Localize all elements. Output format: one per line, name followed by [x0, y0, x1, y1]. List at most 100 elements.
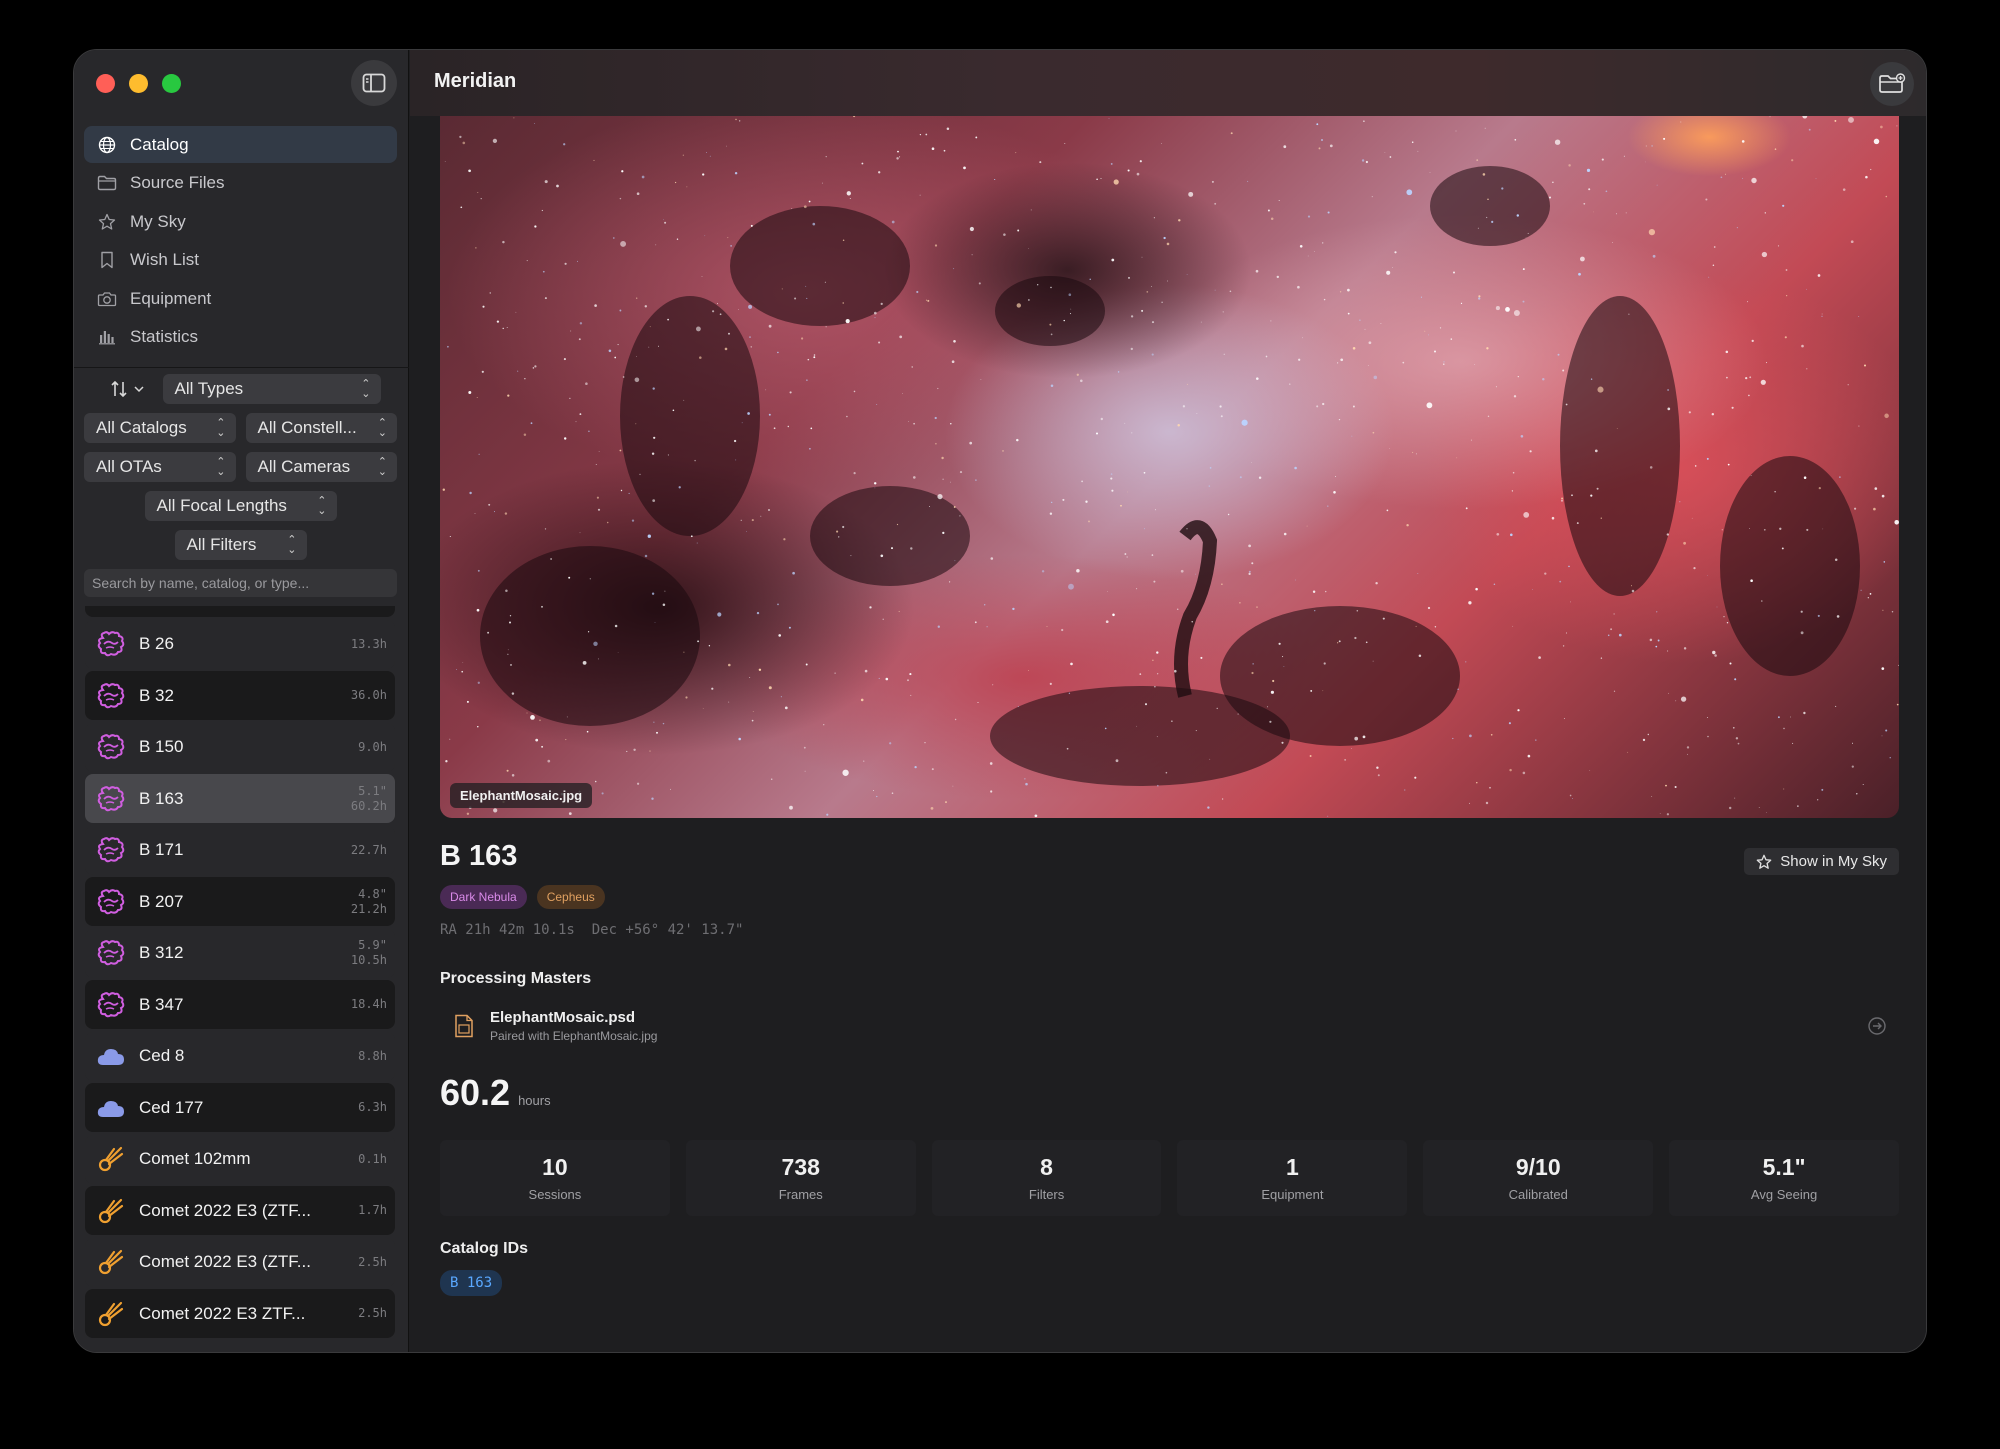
show-in-my-sky-button[interactable]: Show in My Sky: [1744, 848, 1899, 875]
object-list-row[interactable]: Comet 2022 E3 (ZTF... 2.5h: [85, 1237, 395, 1287]
object-list-row[interactable]: Comet 2022 E3 (ZTF... 1.7h: [85, 1186, 395, 1235]
globe-icon: [96, 134, 118, 156]
sidebar-item-label: Statistics: [130, 327, 199, 346]
bookmark-icon: [96, 249, 118, 271]
stat-filters: 8 Filters: [931, 1140, 1162, 1216]
updown-chevron-icon: ⌃ ⌄: [317, 495, 327, 517]
stat-label: Frames: [778, 1187, 823, 1202]
object-hours: 21.2h: [350, 901, 387, 916]
search-input[interactable]: Search by name, catalog, or type...: [84, 569, 397, 597]
sidebar-toggle-button[interactable]: [351, 60, 397, 106]
processing-master-item[interactable]: ElephantMosaic.psd Paired with ElephantM…: [440, 1002, 1899, 1050]
stats-row: 10 Sessions 738 Frames 8 Filters 1 Equipment…: [440, 1140, 1899, 1216]
object-list-row[interactable]: B 312 5.9" 10.5h: [85, 928, 395, 978]
app-window: Catalog Source Files My Sky Wish List Eq…: [73, 49, 1927, 1353]
object-name: B 207: [139, 891, 184, 911]
stat-label: Filters: [1028, 1187, 1065, 1202]
minimize-window-button[interactable]: [129, 74, 148, 93]
catalog-filter-select[interactable]: All Catalogs ⌃ ⌄: [84, 413, 236, 443]
camera-filter-select[interactable]: All Cameras ⌃ ⌄: [245, 452, 397, 482]
catalog-filter-value: All Catalogs: [96, 418, 187, 437]
sort-icon: [110, 380, 127, 398]
object-seeing: 5.9": [358, 938, 387, 952]
object-image[interactable]: ElephantMosaic.jpg: [440, 116, 1899, 818]
ota-filter-select[interactable]: All OTAs ⌃ ⌄: [84, 452, 236, 482]
object-list-row[interactable]: B 32 36.0h: [85, 671, 395, 720]
sidebar-item-my-sky[interactable]: My Sky: [84, 203, 397, 240]
object-name: Ced 177: [139, 1097, 204, 1117]
object-name: B 26: [139, 634, 174, 653]
folder-icon: [96, 172, 118, 194]
comet-icon: [95, 1195, 127, 1227]
object-hours: 0.1h: [358, 1151, 387, 1166]
window-controls: [96, 74, 181, 93]
sidebar-item-source-files[interactable]: Source Files: [84, 165, 397, 202]
object-list-row[interactable]: Ced 177 6.3h: [85, 1083, 395, 1132]
sidebar-item-statistics[interactable]: Statistics: [84, 319, 397, 356]
object-hours: 2.5h: [358, 1306, 387, 1320]
object-name: B 163: [139, 788, 184, 808]
sidebar-divider: [74, 367, 409, 368]
stat-value: 8: [1040, 1154, 1053, 1180]
object-list-row[interactable]: B 163 5.1" 60.2h: [85, 774, 395, 823]
object-seeing: 4.8": [358, 886, 387, 901]
object-list-row[interactable]: B 347 18.4h: [85, 980, 395, 1029]
constellation-filter-select[interactable]: All Constell... ⌃ ⌄: [245, 413, 397, 443]
updown-chevron-icon: ⌃ ⌄: [216, 417, 226, 439]
object-hours: 22.7h: [350, 842, 387, 857]
type-filter-value: All Types: [174, 379, 244, 398]
type-tag: Dark Nebula: [440, 885, 527, 909]
sort-button[interactable]: [101, 374, 153, 404]
arrow-circle-icon[interactable]: [1867, 1016, 1887, 1036]
dark-nebula-icon: [95, 937, 127, 969]
object-hours: 2.5h: [358, 1254, 387, 1269]
stat-label: Calibrated: [1508, 1187, 1568, 1202]
dark-nebula-icon: [95, 783, 127, 815]
object-list-row[interactable]: B 1347.5h: [85, 606, 395, 617]
focal-length-filter-select[interactable]: All Focal Lengths ⌃ ⌄: [144, 491, 337, 521]
object-name: Comet 102mm: [139, 1149, 251, 1168]
folder-badge-icon: [1879, 73, 1906, 93]
hours-value: 60.2: [440, 1072, 511, 1113]
object-list-row[interactable]: B 150 9.0h: [85, 722, 395, 772]
object-list-row[interactable]: B 207 4.8" 21.2h: [85, 877, 395, 926]
close-window-button[interactable]: [96, 74, 115, 93]
updown-chevron-icon: ⌃ ⌄: [361, 378, 371, 400]
object-list-row[interactable]: Comet 2022 E3 ZTF... 2.5h: [85, 1289, 395, 1338]
type-filter-select[interactable]: All Types ⌃ ⌄: [162, 374, 381, 404]
show-in-my-sky-label: Show in My Sky: [1780, 853, 1887, 870]
dark-nebula-icon: [95, 628, 127, 660]
object-list-row[interactable]: B 26 13.3h: [85, 619, 395, 669]
stat-frames: 738 Frames: [685, 1140, 916, 1216]
stat-calibrated: 9/10 Calibrated: [1423, 1140, 1654, 1216]
comet-icon: [95, 1246, 127, 1278]
object-list-row[interactable]: B 171 22.7h: [85, 825, 395, 875]
optical-filter-select[interactable]: All Filters ⌃ ⌄: [174, 530, 307, 560]
chart-icon: [96, 326, 118, 348]
sidebar-item-catalog[interactable]: Catalog: [84, 126, 397, 163]
psd-file-icon: [455, 1014, 473, 1038]
coordinates: RA 21h 42m 10.1s Dec +56° 42' 13.7": [440, 922, 744, 938]
object-meta: 18.4h: [351, 997, 387, 1012]
object-list-row[interactable]: Ced 8 8.8h: [85, 1031, 395, 1081]
dark-nebula-icon: [95, 834, 127, 866]
stat-label: Equipment: [1261, 1187, 1324, 1202]
object-list[interactable]: B 1347.5h B 26 13.3h B 32 36.0h B 150 9.0h B 16…: [85, 606, 395, 1352]
zoom-window-button[interactable]: [162, 74, 181, 93]
object-meta: 9.0h: [358, 740, 387, 755]
stat-value: 9/10: [1515, 1154, 1561, 1180]
chevron-down-icon: [133, 386, 144, 393]
starfield: [442, 116, 1899, 818]
stat-sessions: 10 Sessions: [440, 1140, 670, 1216]
camera-filter-value: All Cameras: [257, 457, 351, 476]
object-name: Comet 2022 E3 ZTF...: [139, 1303, 306, 1323]
object-hours: 36.0h: [350, 688, 387, 702]
object-list-row[interactable]: Comet 102mm 0.1h: [85, 1134, 395, 1184]
object-name: Ced 8: [139, 1046, 185, 1065]
catalog-id-tag[interactable]: B 163: [440, 1270, 503, 1296]
sidebar-item-equipment[interactable]: Equipment: [84, 280, 397, 317]
object-meta: 13.3h: [351, 637, 387, 652]
object-meta: 36.0h: [351, 688, 387, 703]
sidebar-item-wish-list[interactable]: Wish List: [84, 242, 397, 279]
open-folder-button[interactable]: [1870, 62, 1914, 106]
